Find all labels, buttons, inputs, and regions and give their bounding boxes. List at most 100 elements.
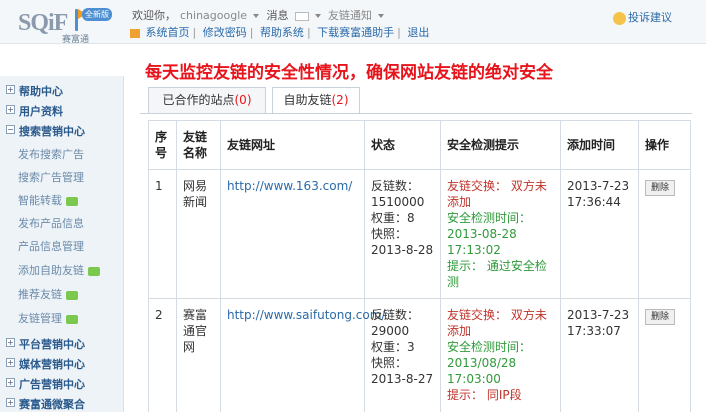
friend-notice-dropdown[interactable]: 友链通知 (328, 9, 372, 22)
column-header: 添加时间 (560, 120, 639, 170)
expand-icon[interactable]: + (6, 85, 15, 94)
security-check: 友链交换： 双方未添加 安全检测时间： 2013/08/28 17:03:00 … (440, 298, 561, 412)
column-header: 友链网址 (220, 120, 365, 170)
nav-download-assistant[interactable]: 下载赛富通助手 (317, 26, 394, 39)
tab-cooperated-sites[interactable]: 已合作的站点(0) (148, 87, 266, 113)
check-time: 2013-08-28 17:13:02 (447, 227, 517, 257)
exchange-warning: 友链交换： 双方未添加 (447, 179, 547, 209)
sidebar-item-label: 友链管理 (18, 312, 62, 325)
sidebar-item-smart-repost[interactable]: 智能转载 (0, 189, 124, 209)
check-time-label: 安全检测时间： (447, 340, 532, 354)
sidebar-item-help-center[interactable]: + 帮助中心 (0, 80, 124, 100)
nav-change-password[interactable]: 修改密码 (203, 26, 247, 39)
sidebar-item-user-profile[interactable]: + 用户资料 (0, 100, 124, 120)
sidebar-item-search-ad-manage[interactable]: 搜索广告管理 (0, 166, 124, 186)
nav-home[interactable]: 系统首页 (146, 26, 190, 39)
home-icon (130, 28, 140, 38)
table-row: 2 赛富通官网 http://www.saifutong.com/ 反链数： 2… (148, 298, 691, 412)
sidebar-item-label: 搜索广告管理 (18, 171, 84, 184)
sidebar-item-label: 添加自助友链 (18, 264, 84, 277)
sidebar-item-publish-product[interactable]: 发布产品信息 (0, 212, 124, 232)
link-name: 网易新闻 (176, 169, 221, 299)
chevron-down-icon[interactable] (378, 14, 385, 18)
expand-icon[interactable]: + (6, 378, 15, 387)
feedback-label: 投诉建议 (628, 11, 672, 24)
sidebar-item-link-manage[interactable]: 友链管理 (0, 307, 124, 327)
column-header: 状态 (364, 120, 441, 170)
username-dropdown[interactable]: chinagoogle (180, 9, 247, 22)
new-tag-icon (66, 290, 78, 300)
feedback-icon (613, 11, 626, 25)
sidebar-item-label: 帮助中心 (19, 85, 63, 98)
security-check: 友链交换： 双方未添加 安全检测时间： 2013-08-28 17:13:02 … (440, 169, 561, 299)
check-tip: 提示： 同IP段 (447, 388, 522, 402)
logo[interactable]: SQiF 全新版 赛富通 (18, 6, 114, 45)
logo-text: SQiF (18, 10, 68, 36)
sidebar-item-label: 发布产品信息 (18, 217, 84, 230)
check-time-label: 安全检测时间： (447, 211, 532, 225)
sidebar-item-platform-marketing[interactable]: + 平台营销中心 (0, 333, 124, 353)
tab-divider (140, 113, 692, 114)
check-time: 2013/08/28 17:03:00 (447, 356, 517, 386)
row-number: 2 (148, 298, 177, 412)
sidebar-item-add-self-link[interactable]: 添加自助友链 (0, 259, 124, 279)
tab-label: 自助友链 (283, 93, 332, 107)
sidebar-item-recommended-links[interactable]: 推荐友链 (0, 283, 124, 303)
link-name: 赛富通官网 (176, 298, 221, 412)
new-tag-icon (66, 196, 78, 206)
nav-logout[interactable]: 退出 (407, 26, 429, 39)
exchange-warning: 友链交换： 双方未添加 (447, 308, 547, 338)
sidebar-item-label: 搜索营销中心 (19, 125, 85, 138)
message-icon[interactable] (294, 11, 309, 21)
tab-label: 已合作的站点 (162, 93, 235, 107)
feedback-link[interactable]: 投诉建议 (613, 9, 672, 25)
nav-help[interactable]: 帮助系统 (260, 26, 304, 39)
sidebar-item-product-manage[interactable]: 产品信息管理 (0, 235, 124, 255)
column-header: 友链名称 (176, 120, 221, 170)
sidebar-item-media-marketing[interactable]: + 媒体营销中心 (0, 353, 124, 373)
welcome-text: 欢迎你， (132, 9, 176, 22)
link-url[interactable]: http://www.163.com/ (227, 179, 352, 193)
top-header: SQiF 全新版 赛富通 欢迎你， chinagoogle 消息 友链通知 系统首… (0, 0, 706, 45)
column-header: 序号 (148, 120, 177, 170)
page-headline: 每天监控友链的安全性情况，确保网站友链的绝对安全 (145, 63, 553, 83)
link-url[interactable]: http://www.saifutong.com/ (227, 308, 385, 322)
added-time: 2013-7-23 17:36:44 (560, 169, 639, 299)
sidebar-item-label: 产品信息管理 (18, 240, 84, 253)
table-header-row: 序号 友链名称 友链网址 状态 安全检测提示 添加时间 操作 (148, 120, 691, 170)
sidebar-item-label: 智能转载 (18, 194, 62, 207)
expand-icon[interactable]: + (6, 105, 15, 114)
messages-label[interactable]: 消息 (267, 9, 289, 22)
table-row: 1 网易新闻 http://www.163.com/ 反链数： 1510000 … (148, 169, 691, 299)
sidebar-item-label: 推荐友链 (18, 288, 62, 301)
chevron-down-icon[interactable] (314, 14, 321, 18)
chevron-down-icon[interactable] (253, 14, 260, 18)
version-badge: 全新版 (82, 8, 112, 21)
sidebar-item-label: 平台营销中心 (19, 338, 85, 351)
friend-links-table: 序号 友链名称 友链网址 状态 安全检测提示 添加时间 操作 1 网易新闻 ht… (148, 120, 691, 412)
sidebar-item-publish-search-ad[interactable]: 发布搜索广告 (0, 143, 124, 163)
sidebar-item-label: 广告营销中心 (19, 378, 85, 391)
top-nav: 系统首页 | 修改密码 | 帮助系统 | 下载赛富通助手 | 退出 (130, 24, 429, 40)
user-bar: 欢迎你， chinagoogle 消息 友链通知 (132, 7, 388, 23)
added-time: 2013-7-23 17:33:07 (560, 298, 639, 412)
sidebar-item-label: 发布搜索广告 (18, 148, 84, 161)
link-status: 反链数： 1510000 权重：8 快照： 2013-8-28 (364, 169, 441, 299)
delete-button[interactable]: 删除 (645, 309, 676, 325)
sidebar-item-search-marketing[interactable]: − 搜索营销中心 (0, 120, 124, 140)
sidebar-item-ad-marketing[interactable]: + 广告营销中心 (0, 373, 124, 393)
expand-icon[interactable]: + (6, 358, 15, 367)
tab-count: (0) (234, 93, 252, 107)
sidebar-item-label: 赛富通微聚合 (19, 398, 85, 411)
tab-self-links[interactable]: 自助友链(2) (272, 87, 360, 114)
expand-icon[interactable]: + (6, 338, 15, 347)
new-tag-icon (66, 314, 78, 324)
sidebar-item-label: 用户资料 (19, 105, 63, 118)
delete-button[interactable]: 删除 (645, 180, 676, 196)
expand-icon[interactable]: + (6, 398, 15, 407)
sidebar: + 帮助中心 + 用户资料 − 搜索营销中心 发布搜索广告 搜索广告管理 智能转… (0, 76, 124, 412)
check-tip: 提示： 通过安全检测 (447, 259, 547, 289)
link-status: 反链数： 29000 权重：3 快照： 2013-8-27 (364, 298, 441, 412)
collapse-icon[interactable]: − (6, 125, 15, 134)
sidebar-item-micro-aggregate[interactable]: + 赛富通微聚合 (0, 393, 124, 412)
